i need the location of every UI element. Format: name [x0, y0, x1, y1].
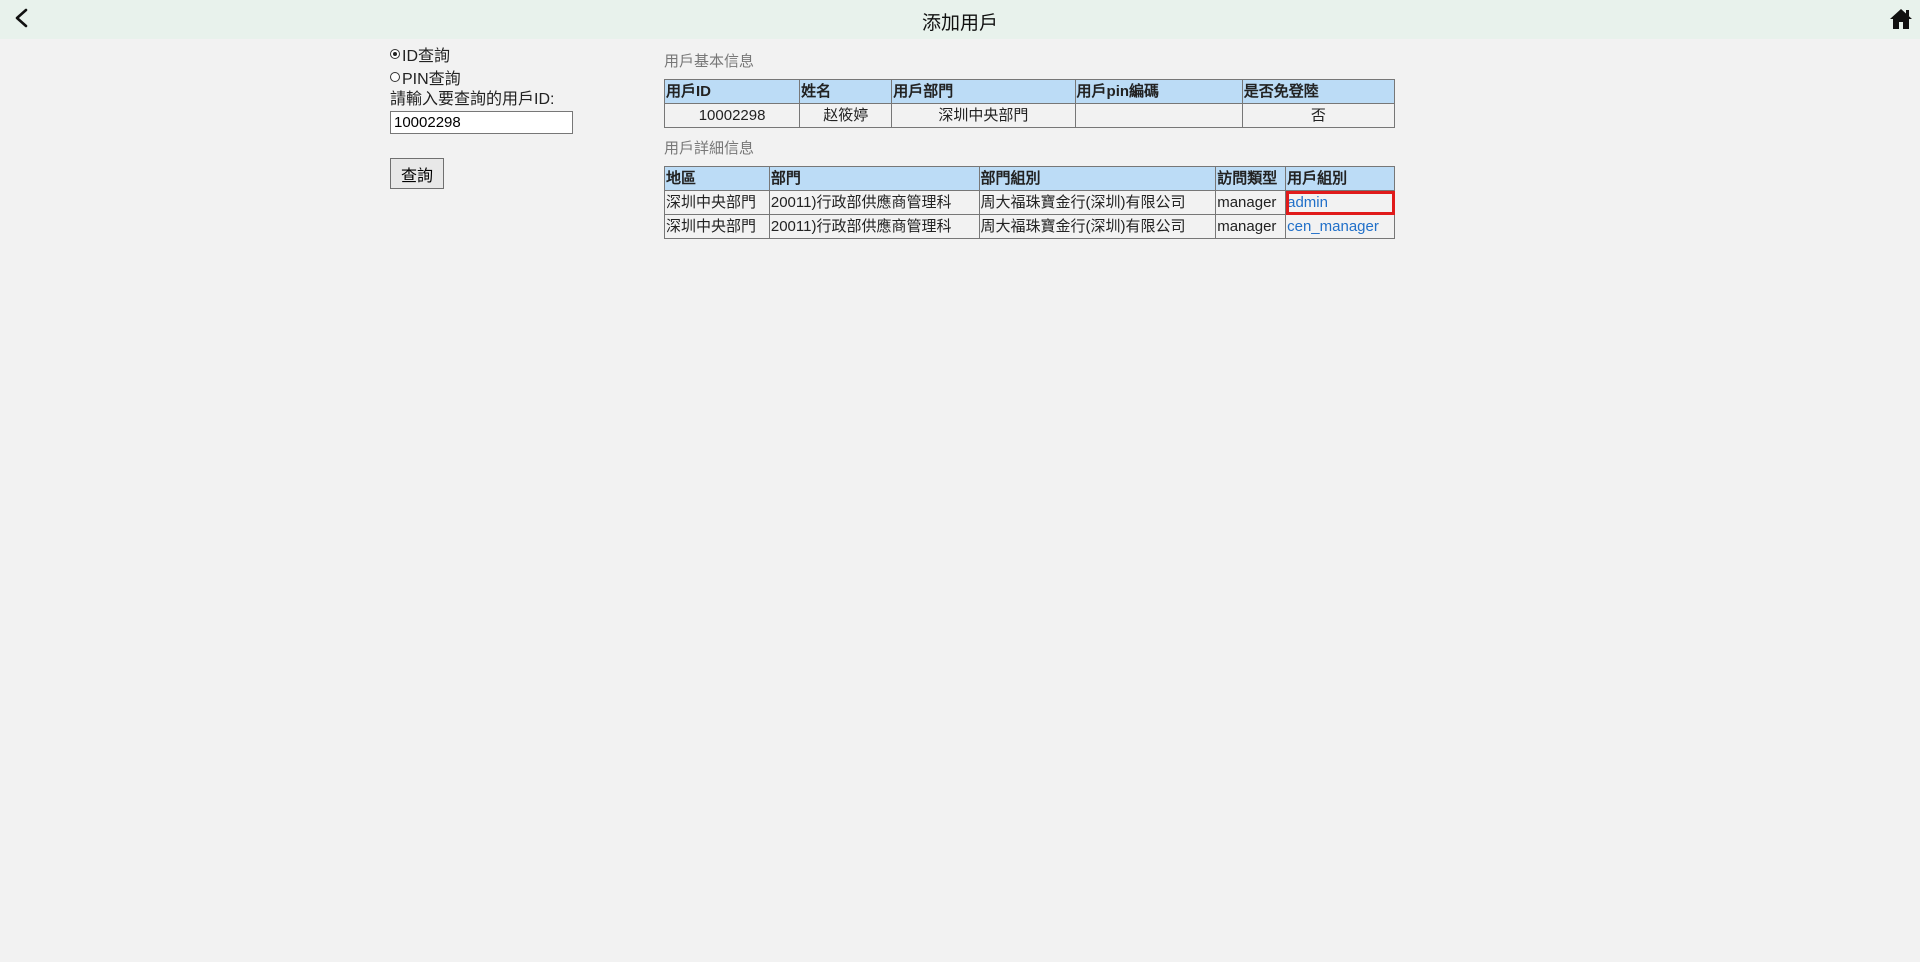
col-header-region: 地區 — [664, 166, 770, 191]
cell-login-exempt: 否 — [1241, 103, 1396, 128]
cell-access-type: manager — [1215, 214, 1287, 239]
cell-dept-group: 周大福珠寶金行(深圳)有限公司 — [978, 214, 1217, 239]
home-icon — [1890, 9, 1912, 29]
col-header-pin-code: 用戶pin編碼 — [1074, 79, 1243, 104]
cell-region: 深圳中央部門 — [664, 190, 770, 215]
user-group-link[interactable]: admin — [1287, 194, 1328, 211]
table-header-row: 用戶ID 姓名 用戶部門 用戶pin編碼 是否免登陸 — [663, 79, 1396, 104]
top-bar: 添加用戶 — [0, 0, 1920, 39]
cell-dept: 20011)行政部供應商管理科 — [768, 214, 980, 239]
cell-dept: 20011)行政部供應商管理科 — [768, 190, 980, 215]
table-row: 深圳中央部門 20011)行政部供應商管理科 周大福珠寶金行(深圳)有限公司 m… — [664, 190, 1395, 215]
col-header-user-id: 用戶ID — [663, 79, 801, 104]
table-header-row: 地區 部門 部門組別 訪問類型 用戶組別 — [664, 166, 1395, 191]
query-button[interactable]: 查詢 — [390, 158, 444, 189]
user-id-prompt: 請輸入要查詢的用戶ID: — [390, 91, 555, 108]
basic-info-title: 用戶基本信息 — [664, 53, 755, 70]
user-id-input[interactable] — [390, 111, 573, 134]
col-header-user-group: 用戶組別 — [1285, 166, 1395, 191]
radio-pin-button[interactable] — [390, 71, 400, 82]
radio-pin-query[interactable]: PIN查詢 — [390, 65, 630, 88]
table-row: 10002298 赵筱婷 深圳中央部門 否 — [663, 103, 1396, 128]
cell-name: 赵筱婷 — [799, 103, 893, 128]
cell-user-group-highlighted[interactable]: admin — [1285, 190, 1395, 215]
search-panel: ID查詢 PIN查詢 請輸入要查詢的用戶ID: 查詢 — [390, 42, 630, 189]
radio-id-label: ID查詢 — [402, 47, 451, 65]
radio-id-query[interactable]: ID查詢 — [390, 42, 630, 65]
col-header-login-exempt: 是否免登陸 — [1241, 79, 1396, 104]
col-header-dept-group: 部門組別 — [978, 166, 1217, 191]
cell-user-group[interactable]: cen_manager — [1285, 214, 1395, 239]
detail-info-title: 用戶詳細信息 — [664, 140, 755, 157]
radio-id-button[interactable] — [390, 48, 400, 59]
cell-region: 深圳中央部門 — [664, 214, 770, 239]
cell-dept-group: 周大福珠寶金行(深圳)有限公司 — [978, 190, 1217, 215]
detail-info-table: 地區 部門 部門組別 訪問類型 用戶組別 深圳中央部門 20011)行政部供應商… — [664, 166, 1395, 239]
radio-pin-label: PIN查詢 — [402, 70, 461, 88]
table-row: 深圳中央部門 20011)行政部供應商管理科 周大福珠寶金行(深圳)有限公司 m… — [664, 214, 1395, 239]
home-button[interactable] — [1888, 6, 1914, 32]
cell-user-id: 10002298 — [663, 103, 801, 128]
cell-pin-code — [1074, 103, 1243, 128]
col-header-user-dept: 用戶部門 — [891, 79, 1076, 104]
col-header-dept: 部門 — [768, 166, 980, 191]
basic-info-table: 用戶ID 姓名 用戶部門 用戶pin編碼 是否免登陸 10002298 赵筱婷 … — [663, 79, 1396, 128]
col-header-name: 姓名 — [799, 79, 893, 104]
page-title: 添加用戶 — [921, 13, 998, 34]
cell-user-dept: 深圳中央部門 — [891, 103, 1076, 128]
user-group-link[interactable]: cen_manager — [1287, 218, 1379, 235]
col-header-access-type: 訪問類型 — [1215, 166, 1287, 191]
cell-access-type: manager — [1215, 190, 1287, 215]
